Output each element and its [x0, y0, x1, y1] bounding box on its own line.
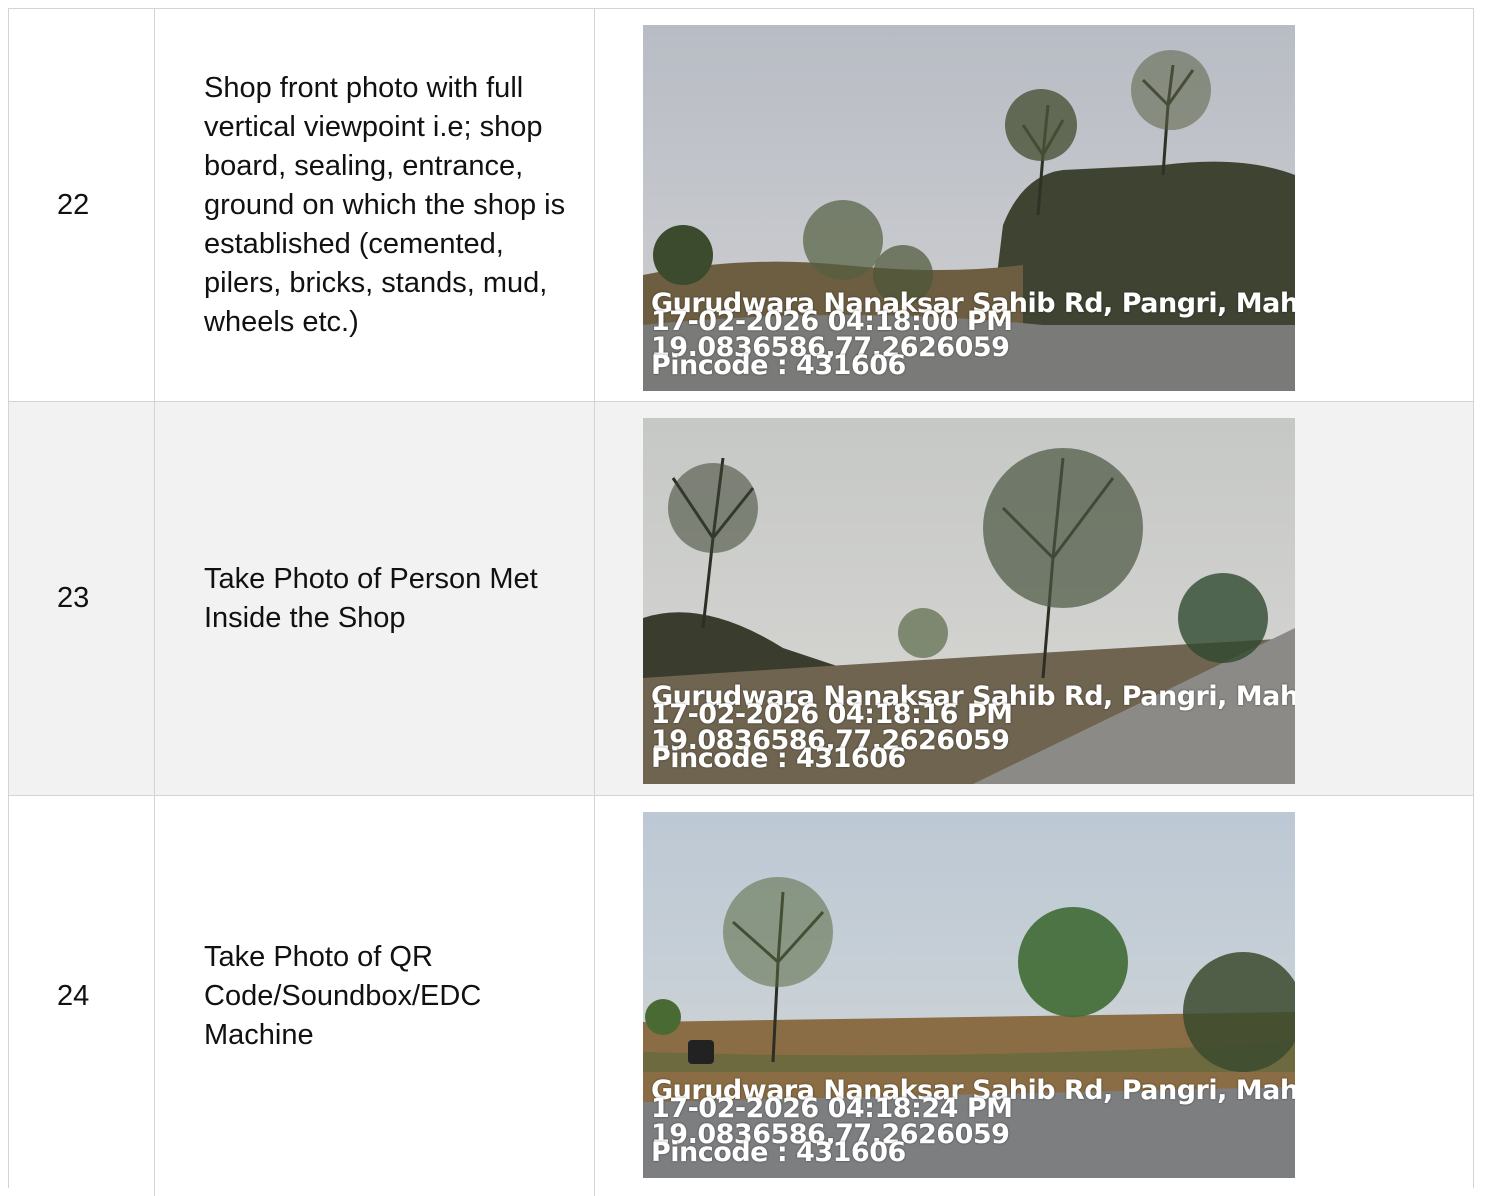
row-description: Take Photo of QR Code/Soundbox/EDC Machi…	[155, 796, 595, 1196]
photo-stamp: Gurudwara Nanaksar Sahib Rd, Pangri, Mah…	[651, 1077, 1295, 1178]
stamp-pincode: Pincode : 431606	[651, 1137, 906, 1168]
row-number: 22	[9, 9, 155, 401]
row-number: 24	[9, 796, 155, 1196]
stamp-pincode: Pincode : 431606	[651, 743, 906, 774]
photo-cell: Gurudwara Nanaksar Sahib Rd, Pangri, Mah…	[595, 402, 1473, 795]
photo-stamp: Gurudwara Nanaksar Sahib Rd, Pangri, Mah…	[651, 290, 1295, 391]
row-description: Shop front photo with full vertical view…	[155, 9, 595, 401]
site-photo[interactable]: Gurudwara Nanaksar Sahib Rd, Pangri, Mah…	[643, 812, 1295, 1178]
site-photo[interactable]: Gurudwara Nanaksar Sahib Rd, Pangri, Mah…	[643, 25, 1295, 391]
photo-stamp: Gurudwara Nanaksar Sahib Rd, Pangri, Mah…	[651, 683, 1295, 784]
row-number: 23	[9, 402, 155, 795]
table-row: 22 Shop front photo with full vertical v…	[9, 9, 1473, 402]
row-description: Take Photo of Person Met Inside the Shop	[155, 402, 595, 795]
table-row: 23 Take Photo of Person Met Inside the S…	[9, 402, 1473, 796]
photo-cell: Gurudwara Nanaksar Sahib Rd, Pangri, Mah…	[595, 9, 1473, 401]
stamp-pincode: Pincode : 431606	[651, 350, 906, 381]
photo-cell: Gurudwara Nanaksar Sahib Rd, Pangri, Mah…	[595, 796, 1473, 1196]
site-photo[interactable]: Gurudwara Nanaksar Sahib Rd, Pangri, Mah…	[643, 418, 1295, 784]
checklist-table: 22 Shop front photo with full vertical v…	[8, 8, 1474, 1196]
table-row: 24 Take Photo of QR Code/Soundbox/EDC Ma…	[9, 796, 1473, 1196]
